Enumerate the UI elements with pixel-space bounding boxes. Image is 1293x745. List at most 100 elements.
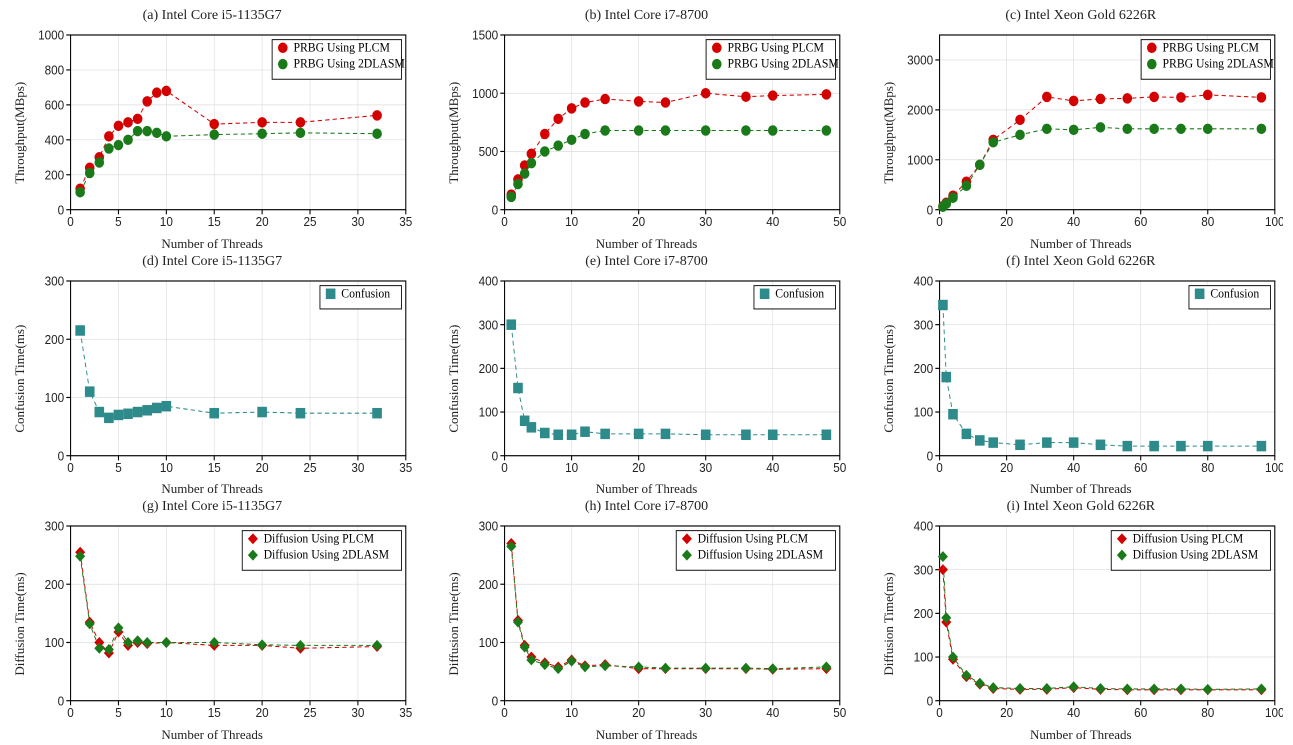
svg-text:100: 100 <box>913 405 933 420</box>
chart-title: (b) Intel Core i7-8700 <box>585 8 708 24</box>
svg-text:300: 300 <box>479 318 499 333</box>
plot-area: 010203040500100200300Diffusion Using PLC… <box>464 519 848 729</box>
svg-text:10: 10 <box>160 460 173 475</box>
svg-text:400: 400 <box>913 274 933 289</box>
svg-text:500: 500 <box>479 145 499 160</box>
chart-f: (f) Intel Xeon Gold 6226R Confusion Time(… <box>879 252 1283 498</box>
svg-text:30: 30 <box>700 706 713 721</box>
svg-text:80: 80 <box>1201 706 1214 721</box>
svg-text:35: 35 <box>399 215 412 230</box>
svg-text:200: 200 <box>913 607 933 622</box>
chart-d: (d) Intel Core i5-1135G7Confusion Time(m… <box>10 252 414 498</box>
svg-text:100: 100 <box>45 636 65 651</box>
svg-text:200: 200 <box>479 361 499 376</box>
svg-text:25: 25 <box>303 215 316 230</box>
chart-title: (a) Intel Core i5-1135G7 <box>143 8 282 24</box>
svg-text:Confusion: Confusion <box>776 285 825 300</box>
x-axis-label: Number of Threads <box>161 236 263 252</box>
svg-text:40: 40 <box>767 460 780 475</box>
chart-c: (c) Intel Xeon Gold 6226RThroughput(MBps… <box>879 6 1283 252</box>
svg-text:400: 400 <box>45 133 65 148</box>
svg-text:300: 300 <box>479 520 499 535</box>
svg-text:Diffusion Using 2DLASM: Diffusion Using 2DLASM <box>264 547 390 562</box>
svg-text:Confusion: Confusion <box>341 285 390 300</box>
svg-text:2000: 2000 <box>907 103 933 118</box>
y-axis-label: Diffusion Time(ms) <box>444 519 464 729</box>
plot-area: 051015202530350100200300Confusion <box>30 274 414 484</box>
svg-text:5: 5 <box>115 706 122 721</box>
svg-text:100: 100 <box>1265 706 1283 721</box>
plot-area: 0204060801000100200300400Confusion <box>899 274 1283 484</box>
svg-text:5: 5 <box>115 215 122 230</box>
x-axis-label: Number of Threads <box>1030 236 1132 252</box>
chart-e: (e) Intel Core i7-8700Confusion Time(ms)… <box>444 252 848 498</box>
svg-text:0: 0 <box>67 215 74 230</box>
svg-text:30: 30 <box>351 706 364 721</box>
svg-text:0: 0 <box>67 706 74 721</box>
svg-text:15: 15 <box>208 706 221 721</box>
y-axis-label: Confusion Time(ms) <box>879 274 899 484</box>
svg-text:0: 0 <box>936 215 943 230</box>
y-axis-label: Diffusion Time(ms) <box>10 519 30 729</box>
svg-text:40: 40 <box>1067 460 1080 475</box>
svg-text:0: 0 <box>58 694 65 709</box>
chart-title: (f) Intel Xeon Gold 6226R <box>1006 254 1155 270</box>
svg-text:0: 0 <box>67 460 74 475</box>
chart-title: (h) Intel Core i7-8700 <box>585 499 708 515</box>
svg-text:1500: 1500 <box>472 28 498 43</box>
svg-text:10: 10 <box>565 706 578 721</box>
svg-text:60: 60 <box>1134 460 1147 475</box>
plot-area: 0510152025303502004006008001000PRBG Usin… <box>30 28 414 238</box>
svg-text:100: 100 <box>1265 215 1283 230</box>
svg-text:30: 30 <box>351 460 364 475</box>
svg-text:20: 20 <box>256 460 269 475</box>
svg-text:20: 20 <box>256 706 269 721</box>
x-axis-label: Number of Threads <box>596 236 698 252</box>
svg-text:35: 35 <box>399 706 412 721</box>
svg-text:Diffusion Using PLCM: Diffusion Using PLCM <box>698 531 809 546</box>
svg-text:60: 60 <box>1134 706 1147 721</box>
svg-text:30: 30 <box>700 215 713 230</box>
svg-text:200: 200 <box>45 578 65 593</box>
svg-text:100: 100 <box>479 636 499 651</box>
svg-text:200: 200 <box>45 168 65 183</box>
svg-text:1000: 1000 <box>472 86 498 101</box>
svg-text:400: 400 <box>913 520 933 535</box>
chart-title: (g) Intel Core i5-1135G7 <box>142 499 282 515</box>
svg-text:800: 800 <box>45 63 65 78</box>
chart-g: (g) Intel Core i5-1135G7 Diffusion Time(m… <box>10 497 414 743</box>
chart-h: (h) Intel Core i7-8700 Diffusion Time(ms)… <box>444 497 848 743</box>
svg-text:60: 60 <box>1134 215 1147 230</box>
svg-text:40: 40 <box>1067 215 1080 230</box>
x-axis-label: Number of Threads <box>596 727 698 743</box>
svg-text:Diffusion Using 2DLASM: Diffusion Using 2DLASM <box>698 547 824 562</box>
svg-text:0: 0 <box>58 203 65 218</box>
svg-text:400: 400 <box>479 274 499 289</box>
svg-text:0: 0 <box>936 460 943 475</box>
svg-text:80: 80 <box>1201 215 1214 230</box>
chart-i: (i) Intel Xeon Gold 6226RDiffusion Time(… <box>879 497 1283 743</box>
svg-text:20: 20 <box>632 215 645 230</box>
svg-text:25: 25 <box>303 706 316 721</box>
y-axis-label: Throughput(MBps) <box>10 28 30 238</box>
svg-text:10: 10 <box>160 706 173 721</box>
svg-text:Diffusion Using PLCM: Diffusion Using PLCM <box>1132 531 1243 546</box>
svg-text:200: 200 <box>913 361 933 376</box>
y-axis-label: Throughput(MBps) <box>444 28 464 238</box>
svg-text:1000: 1000 <box>907 153 933 168</box>
svg-text:3000: 3000 <box>907 53 933 68</box>
svg-text:50: 50 <box>834 460 847 475</box>
svg-text:1000: 1000 <box>38 28 64 43</box>
svg-text:300: 300 <box>913 563 933 578</box>
svg-text:0: 0 <box>58 449 65 464</box>
svg-text:20: 20 <box>256 215 269 230</box>
svg-text:100: 100 <box>45 390 65 405</box>
svg-text:0: 0 <box>926 449 933 464</box>
svg-text:300: 300 <box>45 274 65 289</box>
svg-text:200: 200 <box>45 332 65 347</box>
chart-title: (i) Intel Xeon Gold 6226R <box>1007 499 1156 515</box>
svg-text:35: 35 <box>399 460 412 475</box>
svg-text:600: 600 <box>45 98 65 113</box>
svg-text:300: 300 <box>913 318 933 333</box>
x-axis-label: Number of Threads <box>596 481 698 497</box>
